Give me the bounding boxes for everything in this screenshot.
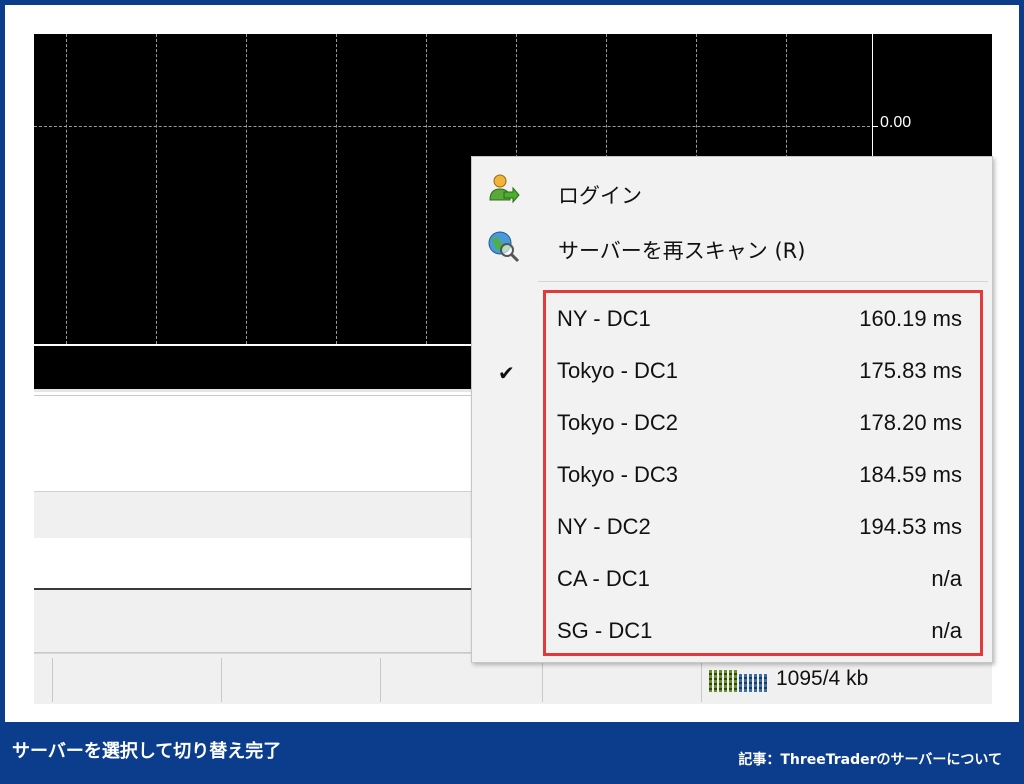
footer-caption: サーバーを選択して切り替え完了 [12,741,282,762]
chart-grid-line [34,126,870,127]
menu-item-server[interactable]: CA - DC1 n/a [546,556,986,608]
server-ping: n/a [931,566,962,591]
status-divider [221,658,222,702]
server-ping: n/a [931,618,962,643]
chart-grid-line [336,34,337,344]
menu-item-rescan[interactable]: サーバーを再スキャン (R) [558,235,805,265]
server-ping: 175.83 ms [859,358,962,383]
footer-article-note: 記事：ThreeTraderのサーバーについて [738,752,1002,768]
menu-item-server[interactable]: NY - DC2 194.53 ms [546,504,986,556]
checkmark-icon: ✔ [498,361,515,385]
server-ping: 194.53 ms [859,514,962,539]
screenshot-frame: 0.00 1095/4 kb ログイン サーバーを再スキャン (R) ✔ NY … [5,5,1019,722]
menu-item-server[interactable]: SG - DC1 n/a [546,608,986,660]
server-context-menu: ログイン サーバーを再スキャン (R) ✔ NY - DC1 160.19 ms… [471,156,993,663]
server-name: Tokyo - DC1 [557,358,679,383]
price-axis-label: 0.00 [880,114,912,131]
chart-grid-line [426,34,427,344]
server-name: SG - DC1 [557,618,653,643]
server-list-highlight: NY - DC1 160.19 ms Tokyo - DC1 175.83 ms… [543,290,983,656]
server-name: NY - DC1 [557,306,651,331]
chart-grid-line [156,34,157,344]
menu-item-server[interactable]: NY - DC1 160.19 ms [546,296,986,348]
menu-separator [538,281,988,282]
menu-item-server[interactable]: Tokyo - DC2 178.20 ms [546,400,986,452]
server-name: NY - DC2 [557,514,651,539]
menu-item-login[interactable]: ログイン [558,180,642,210]
server-name: Tokyo - DC2 [557,410,679,435]
connection-traffic: 1095/4 kb [776,667,869,690]
chart-grid-line [66,34,67,344]
server-name: Tokyo - DC3 [557,462,679,487]
chart-grid-line [246,34,247,344]
status-divider [701,658,702,702]
status-divider [380,658,381,702]
server-ping: 160.19 ms [859,306,962,331]
menu-item-server[interactable]: Tokyo - DC3 184.59 ms [546,452,986,504]
status-divider [52,658,53,702]
status-divider [542,658,543,702]
server-ping: 184.59 ms [859,462,962,487]
price-axis-tick [872,126,878,127]
connection-bars-icon[interactable] [709,670,769,692]
server-ping: 178.20 ms [859,410,962,435]
server-name: CA - DC1 [557,566,650,591]
menu-item-server[interactable]: Tokyo - DC1 175.83 ms [546,348,986,400]
rescan-globe-icon [486,229,520,263]
login-user-icon [486,172,520,206]
